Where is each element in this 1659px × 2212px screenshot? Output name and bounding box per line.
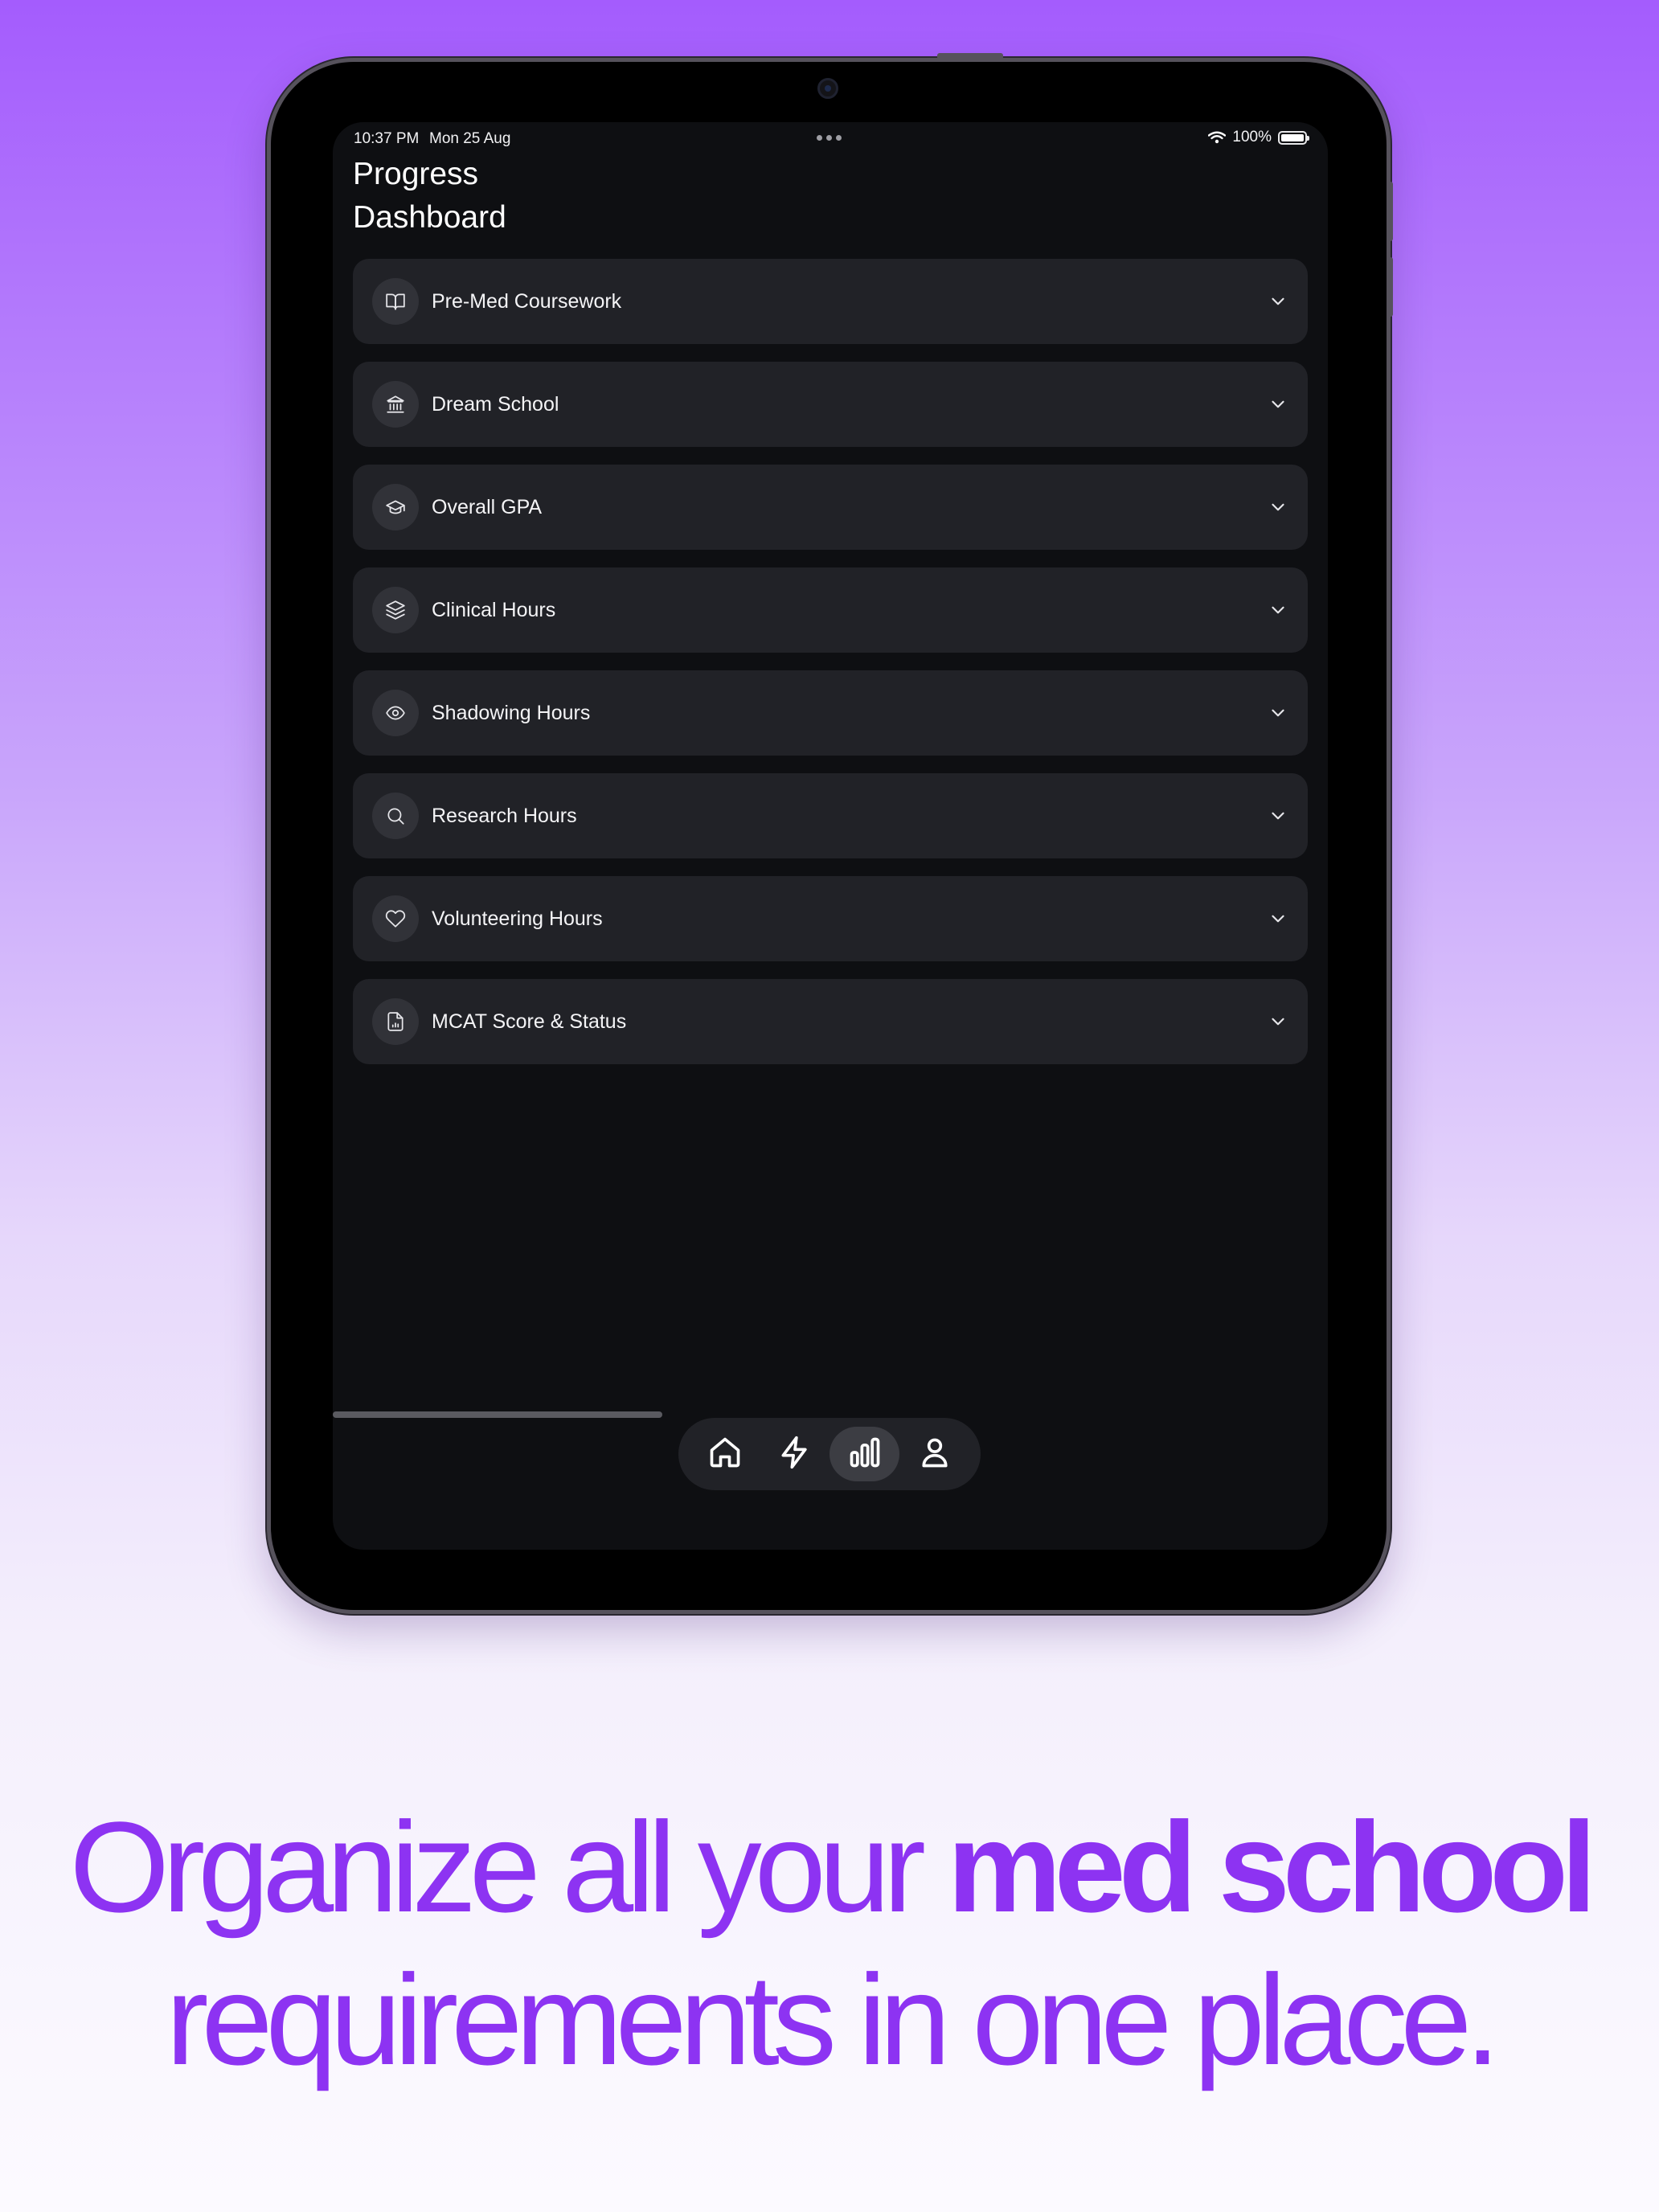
section-list: Pre-Med Coursework Dream School Overall … xyxy=(353,259,1308,1082)
page-title: Progress Dashboard xyxy=(353,153,594,240)
status-time: 10:37 PM xyxy=(354,130,420,147)
file-chart-icon xyxy=(372,998,419,1045)
section-label: Shadowing Hours xyxy=(432,701,591,724)
section-label: Pre-Med Coursework xyxy=(432,289,622,313)
battery-percent: 100% xyxy=(1232,129,1272,145)
home-indicator[interactable] xyxy=(333,1411,662,1418)
front-camera xyxy=(817,78,838,99)
building-icon xyxy=(372,381,419,428)
chevron-down-icon[interactable] xyxy=(1268,908,1288,929)
layers-icon xyxy=(372,587,419,633)
volume-up-button xyxy=(1387,182,1393,241)
chevron-down-icon[interactable] xyxy=(1268,805,1288,826)
status-date: Mon 25 Aug xyxy=(429,130,511,147)
search-icon xyxy=(372,793,419,839)
battery-icon xyxy=(1278,130,1309,145)
headline-line2: requirements in one place. xyxy=(166,1948,1501,2091)
eye-icon xyxy=(372,690,419,736)
book-icon xyxy=(372,278,419,325)
status-bar: 10:37 PM Mon 25 Aug 100% xyxy=(333,122,1328,154)
section-label: Research Hours xyxy=(432,804,577,827)
tab-bar xyxy=(678,1418,981,1490)
heart-icon xyxy=(372,895,419,942)
volume-down-button xyxy=(1387,257,1393,317)
section-label: Clinical Hours xyxy=(432,598,556,621)
section-label: Dream School xyxy=(432,392,559,416)
headline-part1: Organize all your xyxy=(69,1795,948,1939)
section-label: Overall GPA xyxy=(432,495,543,518)
chevron-down-icon[interactable] xyxy=(1268,600,1288,621)
section-row-volunteering-hours[interactable]: Volunteering Hours xyxy=(353,876,1308,961)
chevron-down-icon[interactable] xyxy=(1268,497,1288,518)
page-title-line2: Dashboard xyxy=(353,200,506,235)
headline-line1: Organize all your med school xyxy=(0,1791,1659,1944)
home-icon xyxy=(707,1435,743,1474)
bar-chart-icon xyxy=(847,1435,883,1474)
app-screen: 10:37 PM Mon 25 Aug 100% Progress Dashbo… xyxy=(333,122,1328,1550)
section-label: Volunteering Hours xyxy=(432,907,603,930)
chevron-down-icon[interactable] xyxy=(1268,703,1288,723)
tab-home[interactable] xyxy=(690,1427,760,1481)
top-button xyxy=(937,53,1003,59)
lightning-icon xyxy=(777,1435,813,1474)
tab-activity[interactable] xyxy=(760,1427,830,1481)
marketing-headline: Organize all your med school requirement… xyxy=(0,1791,1659,2096)
section-row-mcat-score[interactable]: MCAT Score & Status xyxy=(353,979,1308,1064)
section-row-shadowing-hours[interactable]: Shadowing Hours xyxy=(353,670,1308,756)
tab-profile[interactable] xyxy=(899,1427,969,1481)
headline-bold: med school xyxy=(947,1795,1596,1939)
section-row-research-hours[interactable]: Research Hours xyxy=(353,773,1308,858)
multitasking-dots-icon[interactable] xyxy=(817,135,842,141)
wifi-icon xyxy=(1208,131,1227,144)
section-label: MCAT Score & Status xyxy=(432,1010,627,1033)
chevron-down-icon[interactable] xyxy=(1268,291,1288,312)
section-row-premed-coursework[interactable]: Pre-Med Coursework xyxy=(353,259,1308,344)
section-row-dream-school[interactable]: Dream School xyxy=(353,362,1308,447)
page-title-line1: Progress xyxy=(353,157,479,191)
person-icon xyxy=(917,1435,952,1474)
chevron-down-icon[interactable] xyxy=(1268,1011,1288,1032)
tab-progress[interactable] xyxy=(830,1427,899,1481)
section-row-clinical-hours[interactable]: Clinical Hours xyxy=(353,567,1308,653)
status-indicators: 100% xyxy=(1208,129,1309,146)
graduation-cap-icon xyxy=(372,484,419,530)
section-row-overall-gpa[interactable]: Overall GPA xyxy=(353,465,1308,550)
chevron-down-icon[interactable] xyxy=(1268,394,1288,415)
